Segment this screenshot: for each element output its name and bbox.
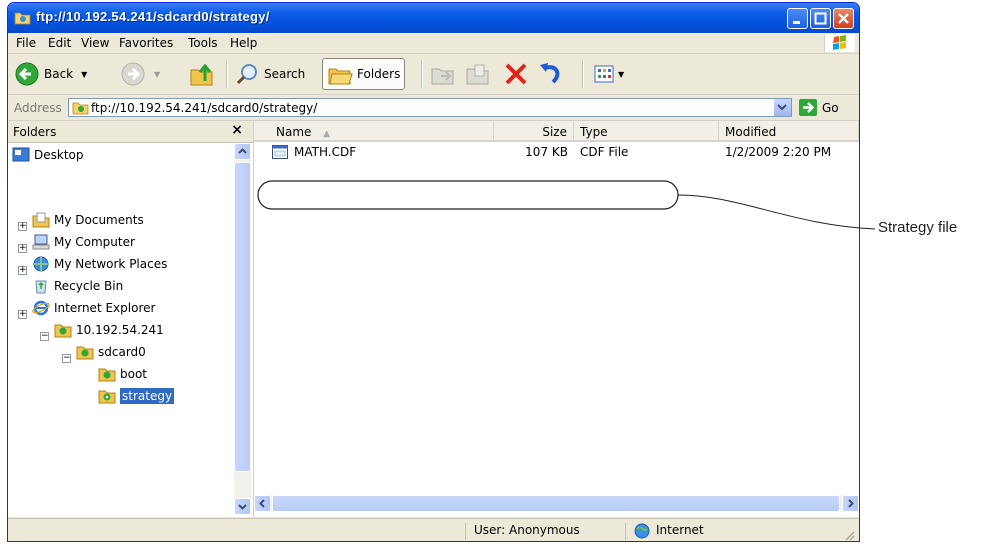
callout-highlight-ring bbox=[257, 180, 679, 210]
callout-leader-line bbox=[677, 194, 876, 230]
callout-label: Strategy file bbox=[878, 219, 958, 236]
callout-overlay bbox=[257, 180, 876, 230]
